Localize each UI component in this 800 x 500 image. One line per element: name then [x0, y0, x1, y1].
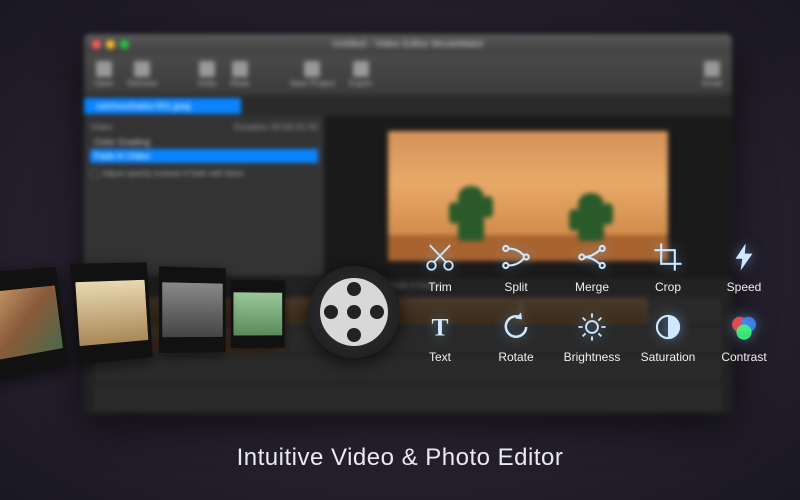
scissors-icon: [423, 240, 457, 274]
rotate-icon: [499, 310, 533, 344]
window-title: Untitled - Video Editor MovieMator: [84, 39, 732, 50]
feature-saturation: Saturation: [632, 310, 704, 376]
remove-button[interactable]: Remove: [128, 61, 158, 88]
email-button[interactable]: Email: [702, 61, 722, 88]
duration-value[interactable]: 00:00:01:00: [270, 122, 318, 132]
save-icon: [304, 61, 320, 77]
titlebar: Untitled - Video Editor MovieMator: [84, 34, 732, 54]
feature-trim: Trim: [404, 240, 476, 306]
redo-icon: [232, 61, 248, 77]
save-project-button[interactable]: Save Project: [290, 61, 335, 88]
duration-label: Duration: [234, 122, 268, 132]
effects-panel: Video Duration 00:00:01:00 Color Grading…: [84, 116, 324, 276]
brightness-icon: [575, 310, 609, 344]
text-icon: T: [423, 310, 457, 344]
feature-contrast: Contrast: [708, 310, 780, 376]
tagline: Intuitive Video & Photo Editor: [0, 444, 800, 472]
opacity-checkbox[interactable]: [90, 170, 98, 178]
undo-icon: [199, 61, 215, 77]
lightning-icon: [727, 240, 761, 274]
export-icon: [353, 61, 369, 77]
film-frame: [0, 267, 69, 382]
email-icon: [704, 61, 720, 77]
panel-header: Video: [90, 122, 113, 132]
feature-split: Split: [480, 240, 552, 306]
tab-file[interactable]: xsichoushadui-001.jpeg: [84, 98, 241, 114]
crop-icon: [651, 240, 685, 274]
feature-text: T Text: [404, 310, 476, 376]
trash-icon: [134, 61, 150, 77]
export-button[interactable]: Export: [349, 61, 372, 88]
tab-row: xsichoushadui-001.jpeg: [84, 96, 732, 116]
feature-brightness: Brightness: [556, 310, 628, 376]
open-button[interactable]: Open: [94, 61, 114, 88]
toolbar: Open Remove Undo Redo Save Project Expor…: [84, 54, 732, 96]
feature-crop: Crop: [632, 240, 704, 306]
effect-color-grading[interactable]: Color Grading: [90, 135, 318, 149]
effect-fade-in-video[interactable]: Fade In Video: [90, 149, 318, 163]
split-icon: [499, 240, 533, 274]
feature-speed: Speed: [708, 240, 780, 306]
feature-merge: Merge: [556, 240, 628, 306]
timeline-track[interactable]: [94, 385, 722, 411]
svg-text:T: T: [431, 313, 448, 342]
feature-rotate: Rotate: [480, 310, 552, 376]
contrast-icon: [727, 310, 761, 344]
open-icon: [96, 61, 112, 77]
redo-button[interactable]: Redo: [231, 61, 250, 88]
merge-icon: [575, 240, 609, 274]
opacity-option-label: Adjust opacity instead of fade with blac…: [102, 169, 244, 178]
feature-grid: Trim Split Merge Crop Speed T Text Rotat…: [404, 240, 780, 376]
undo-button[interactable]: Undo: [197, 61, 216, 88]
saturation-icon: [651, 310, 685, 344]
